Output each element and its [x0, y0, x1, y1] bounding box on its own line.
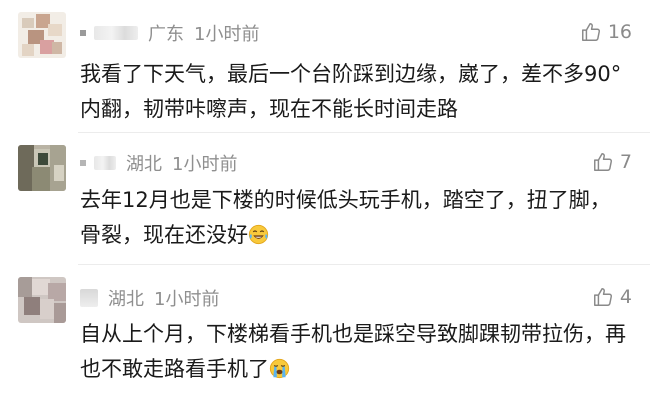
comment-meta: 广东 1小时前 [80, 22, 269, 45]
user-level-icon [80, 160, 86, 166]
laughing-tears-emoji [248, 224, 269, 245]
avatar[interactable] [18, 12, 66, 58]
like-button[interactable]: 16 [580, 20, 632, 44]
time-text: 1小时前 [194, 24, 260, 45]
username-blurred[interactable] [94, 26, 138, 40]
comment-text: 自从上个月，下楼梯看手机也是踩空导致脚踝韧带拉伤，再也不敢走路看手机了 [80, 322, 626, 381]
comment-meta: 湖北 1小时前 [80, 287, 229, 310]
comment-item: 湖北 1小时前 4 自从上个月，下楼梯看手机也是踩空导致脚踝韧带拉伤，再也不敢走… [0, 265, 650, 406]
user-level-icon [80, 30, 86, 36]
comment-text: 我看了下天气，最后一个台阶踩到边缘，崴了，差不多90°内翻，韧带咔嚓声，现在不能… [80, 62, 622, 121]
like-button[interactable]: 7 [592, 150, 632, 174]
location-text: 湖北 [126, 154, 162, 175]
thumbs-up-icon [593, 288, 612, 306]
time-text: 1小时前 [172, 154, 238, 175]
username-blurred[interactable] [94, 156, 116, 170]
location-text: 湖北 [108, 289, 144, 310]
crying-emoji [269, 358, 290, 379]
username-blurred[interactable] [80, 289, 98, 307]
location-text: 广东 [148, 24, 184, 45]
like-count: 16 [607, 21, 632, 43]
time-text: 1小时前 [154, 289, 220, 310]
thumbs-up-icon [593, 153, 612, 171]
comment-text: 去年12月也是下楼的时候低头玩手机，踏空了，扭了脚，骨裂，现在还没好 [80, 188, 611, 247]
avatar[interactable] [18, 277, 66, 323]
comment-item: 广东 1小时前 16 我看了下天气，最后一个台阶踩到边缘，崴了，差不多90°内翻… [0, 0, 650, 132]
like-count: 4 [619, 286, 632, 308]
thumbs-up-icon [581, 23, 600, 41]
like-count: 7 [619, 151, 632, 173]
comment-meta: 湖北 1小时前 [80, 152, 247, 175]
avatar[interactable] [18, 145, 66, 191]
like-button[interactable]: 4 [592, 285, 632, 309]
comment-item: 湖北 1小时前 7 去年12月也是下楼的时候低头玩手机，踏空了，扭了脚，骨裂，现… [0, 133, 650, 264]
